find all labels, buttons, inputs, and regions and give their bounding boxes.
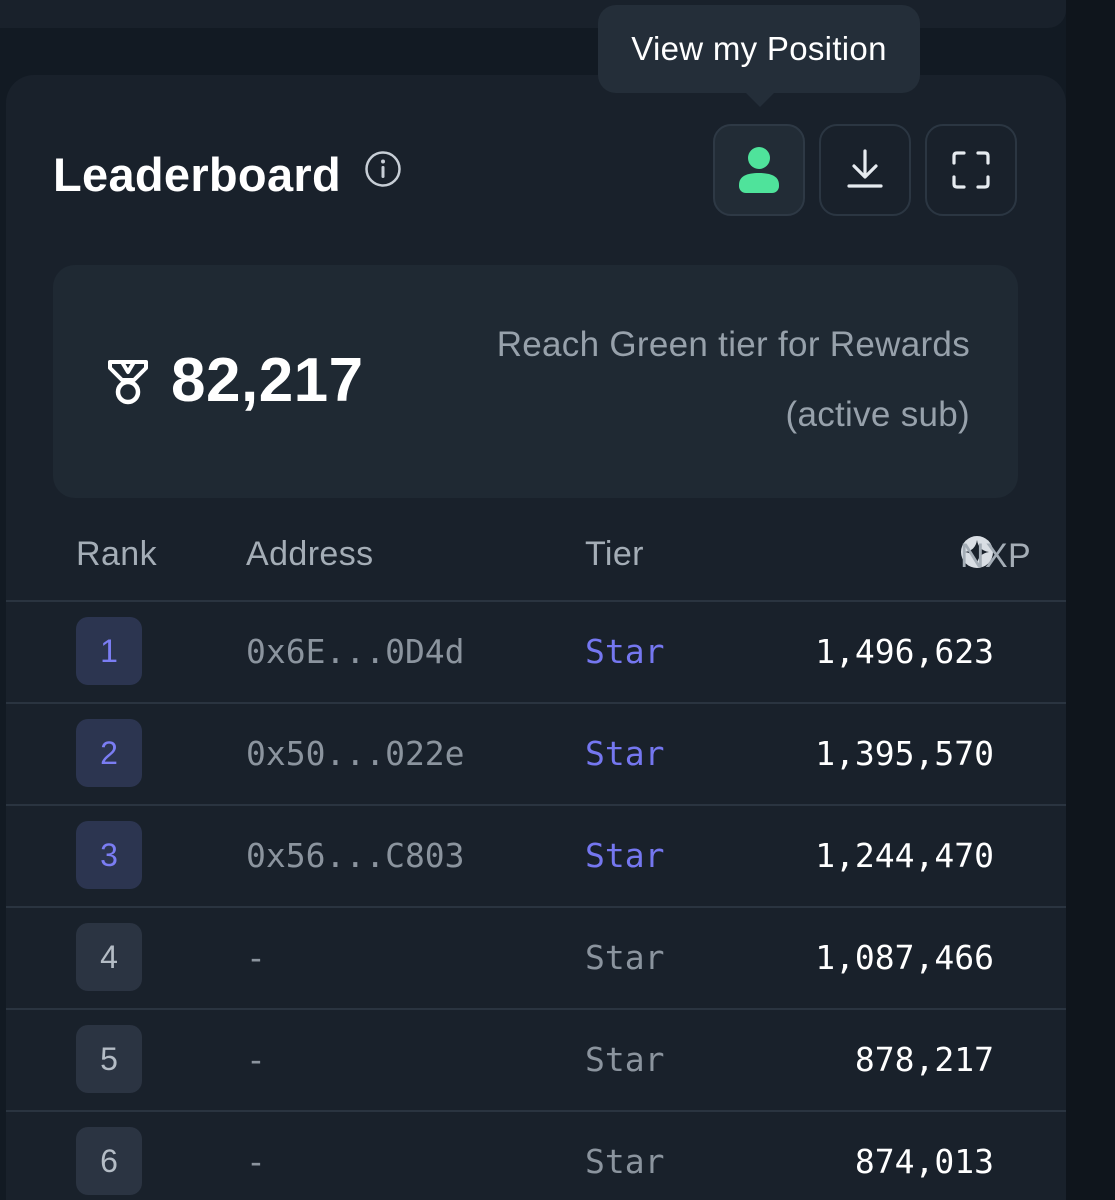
- view-position-tooltip: View my Position: [598, 5, 920, 93]
- rank-badge: 1: [76, 617, 142, 685]
- view-position-button[interactable]: [713, 124, 805, 216]
- reward-message: Reach Green tier for Rewards: [496, 325, 970, 364]
- download-button[interactable]: [819, 124, 911, 216]
- column-header-tier[interactable]: Tier: [585, 535, 644, 574]
- tier-cell: Star: [585, 1142, 665, 1181]
- table-row[interactable]: 5 - Star 878,217: [6, 1008, 1066, 1110]
- tier-cell: Star: [585, 1040, 665, 1079]
- user-icon: [739, 147, 779, 193]
- table-row[interactable]: 6 - Star 874,013: [6, 1110, 1066, 1200]
- tier-cell: Star: [585, 938, 665, 977]
- address-cell: -: [246, 938, 266, 977]
- scroll-gutter: [1066, 0, 1115, 1200]
- column-header-nxp[interactable]: NXP: [960, 535, 1031, 575]
- table-row[interactable]: 1 0x6E...0D4d Star 1,496,623: [6, 600, 1066, 702]
- download-icon: [847, 149, 883, 188]
- tooltip-arrow: [746, 93, 774, 107]
- nxp-cell: 1,087,466: [815, 938, 994, 977]
- fullscreen-button[interactable]: [925, 124, 1017, 216]
- nxp-cell: 878,217: [854, 1040, 994, 1079]
- page-title: Leaderboard: [53, 148, 341, 201]
- rank-badge: 5: [76, 1025, 142, 1093]
- address-cell: 0x56...C803: [246, 836, 465, 875]
- info-icon[interactable]: [364, 150, 402, 188]
- medal-icon: [108, 360, 148, 405]
- table-row[interactable]: 4 - Star 1,087,466: [6, 906, 1066, 1008]
- rank-badge: 4: [76, 923, 142, 991]
- tier-cell: Star: [585, 836, 665, 875]
- nxp-cell: 1,496,623: [815, 632, 994, 671]
- address-cell: 0x50...022e: [246, 734, 465, 773]
- tier-cell: Star: [585, 734, 665, 773]
- table-row[interactable]: 2 0x50...022e Star 1,395,570: [6, 702, 1066, 804]
- column-header-rank[interactable]: Rank: [76, 535, 157, 574]
- column-header-nxp-label: NXP: [960, 537, 1032, 575]
- column-header-address[interactable]: Address: [246, 535, 374, 574]
- score-value: 82,217: [171, 346, 364, 415]
- address-cell: 0x6E...0D4d: [246, 632, 465, 671]
- nxp-cell: 1,244,470: [815, 836, 994, 875]
- nxp-cell: 874,013: [854, 1142, 994, 1181]
- leaderboard-card: Leaderboard 82,217 Reach Green tier for …: [6, 75, 1066, 1200]
- nxp-cell: 1,395,570: [815, 734, 994, 773]
- rank-badge: 6: [76, 1127, 142, 1195]
- fullscreen-icon: [952, 151, 990, 189]
- score-summary: 82,217 Reach Green tier for Rewards (act…: [53, 265, 1018, 498]
- address-cell: -: [246, 1040, 266, 1079]
- tier-cell: Star: [585, 632, 665, 671]
- rank-badge: 3: [76, 821, 142, 889]
- page: Leaderboard 82,217 Reach Green tier for …: [0, 0, 1115, 1200]
- reward-message-note: (active sub): [785, 395, 970, 434]
- rank-badge: 2: [76, 719, 142, 787]
- table-row[interactable]: 3 0x56...C803 Star 1,244,470: [6, 804, 1066, 906]
- table-header: Rank Address Tier NXP: [6, 533, 1066, 601]
- address-cell: -: [246, 1142, 266, 1181]
